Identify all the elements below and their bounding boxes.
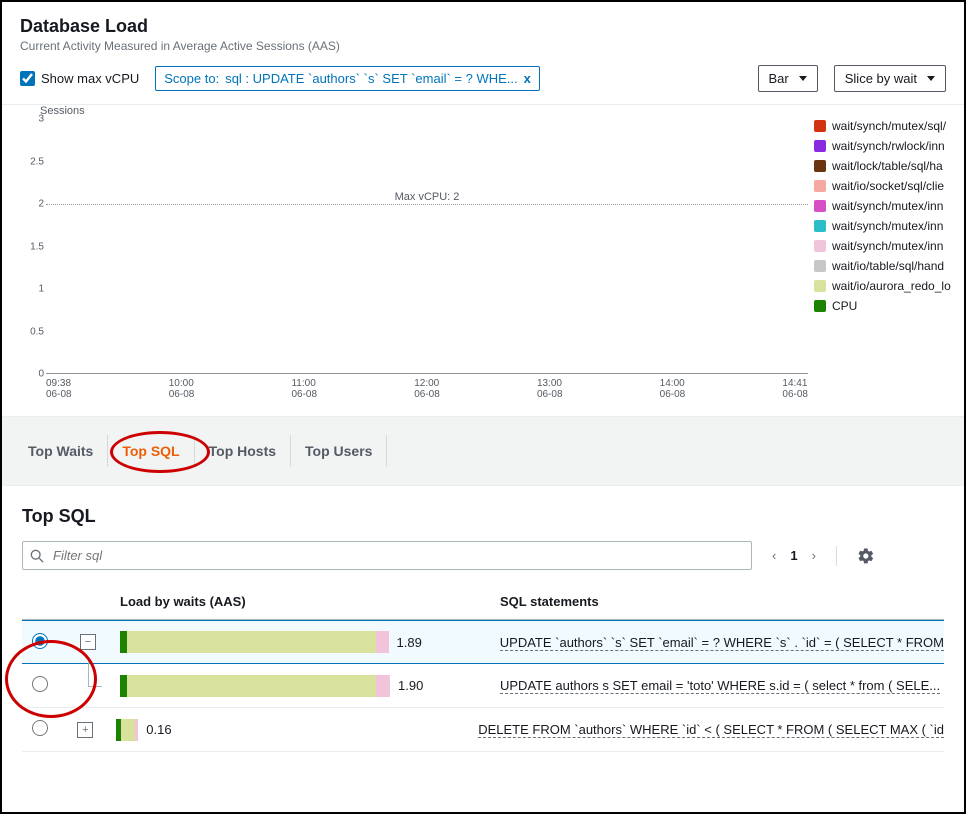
legend-item[interactable]: wait/synch/mutex/sql/ (814, 119, 964, 133)
settings-gear-icon[interactable] (857, 547, 875, 565)
legend-item[interactable]: wait/synch/mutex/inn (814, 219, 964, 233)
sql-statement[interactable]: UPDATE authors s SET email = 'toto' WHER… (500, 678, 940, 694)
legend-item[interactable]: CPU (814, 299, 964, 313)
y-axis-label: Sessions (40, 105, 814, 117)
x-tick: 10:0006-08 (169, 378, 195, 400)
load-value: 0.16 (146, 722, 171, 737)
search-icon (30, 549, 44, 563)
legend-item[interactable]: wait/synch/rwlock/inn (814, 139, 964, 153)
legend-item[interactable]: wait/io/table/sql/hand (814, 259, 964, 273)
tab-top-hosts[interactable]: Top Hosts (195, 435, 291, 467)
load-value: 1.90 (398, 678, 423, 693)
row-radio[interactable] (32, 633, 48, 649)
load-value: 1.89 (397, 635, 422, 650)
x-tick: 12:0006-08 (414, 378, 440, 400)
x-tick: 11:0006-08 (291, 378, 317, 400)
row-radio[interactable] (32, 720, 48, 736)
page-subtitle: Current Activity Measured in Average Act… (20, 39, 946, 53)
scope-clear-icon[interactable]: x (524, 71, 531, 86)
page-prev-icon[interactable]: ‹ (772, 548, 776, 563)
sql-statement[interactable]: DELETE FROM `authors` WHERE `id` < ( SEL… (478, 722, 944, 738)
load-bar (120, 675, 390, 697)
table-row[interactable]: − 1.89 UPDATE `authors` `s` SET `email` = … (22, 620, 944, 664)
slice-by-label: Slice by wait (845, 71, 917, 86)
legend-item[interactable]: wait/io/socket/sql/clie (814, 179, 964, 193)
caret-down-icon (927, 76, 935, 81)
scope-filter-pill[interactable]: Scope to: sql : UPDATE `authors` `s` SET… (155, 66, 540, 91)
show-max-vcpu-label: Show max vCPU (41, 71, 139, 86)
caret-down-icon (799, 76, 807, 81)
table-row[interactable]: +0.16 DELETE FROM `authors` WHERE `id` < … (22, 708, 944, 752)
load-bar (120, 631, 389, 653)
divider (836, 546, 837, 566)
x-tick: 14:0006-08 (660, 378, 686, 400)
legend-item[interactable]: wait/synch/mutex/inn (814, 239, 964, 253)
pagination: ‹ 1 › (772, 548, 816, 563)
chart-type-label: Bar (769, 71, 789, 86)
legend-item[interactable]: wait/io/aurora_redo_lo (814, 279, 964, 293)
expand-icon[interactable]: + (77, 722, 93, 738)
x-tick: 09:3806-08 (46, 378, 72, 400)
chart-legend: wait/synch/mutex/sql/wait/synch/rwlock/i… (814, 105, 964, 400)
table-row[interactable]: 1.90 UPDATE authors s SET email = 'toto' … (22, 664, 944, 708)
row-radio[interactable] (32, 676, 48, 692)
collapse-icon[interactable]: − (80, 634, 96, 650)
section-title-top-sql: Top SQL (22, 506, 944, 527)
db-load-chart: Sessions 00.511.522.53 Max vCPU: 2 09:38… (22, 105, 814, 400)
sql-statement[interactable]: UPDATE `authors` `s` SET `email` = ? WHE… (500, 635, 944, 651)
col-header-load: Load by waits (AAS) (120, 594, 500, 609)
tab-top-sql[interactable]: Top SQL (108, 435, 194, 467)
tab-top-waits[interactable]: Top Waits (14, 435, 108, 467)
show-max-vcpu-checkbox[interactable]: Show max vCPU (20, 71, 139, 86)
col-header-sql: SQL statements (500, 594, 944, 609)
x-tick: 13:0006-08 (537, 378, 563, 400)
page-next-icon[interactable]: › (812, 548, 816, 563)
filter-sql-input[interactable] (22, 541, 752, 570)
load-bar (116, 719, 139, 741)
page-number: 1 (790, 548, 797, 563)
page-title: Database Load (20, 16, 946, 37)
tree-connector (88, 659, 102, 687)
chart-type-select[interactable]: Bar (758, 65, 818, 92)
legend-item[interactable]: wait/synch/mutex/inn (814, 199, 964, 213)
legend-item[interactable]: wait/lock/table/sql/ha (814, 159, 964, 173)
tab-top-users[interactable]: Top Users (291, 435, 387, 467)
scope-prefix: Scope to: (164, 71, 219, 86)
x-tick: 14:4106-08 (782, 378, 808, 400)
slice-by-select[interactable]: Slice by wait (834, 65, 946, 92)
scope-value: sql : UPDATE `authors` `s` SET `email` =… (225, 71, 517, 86)
